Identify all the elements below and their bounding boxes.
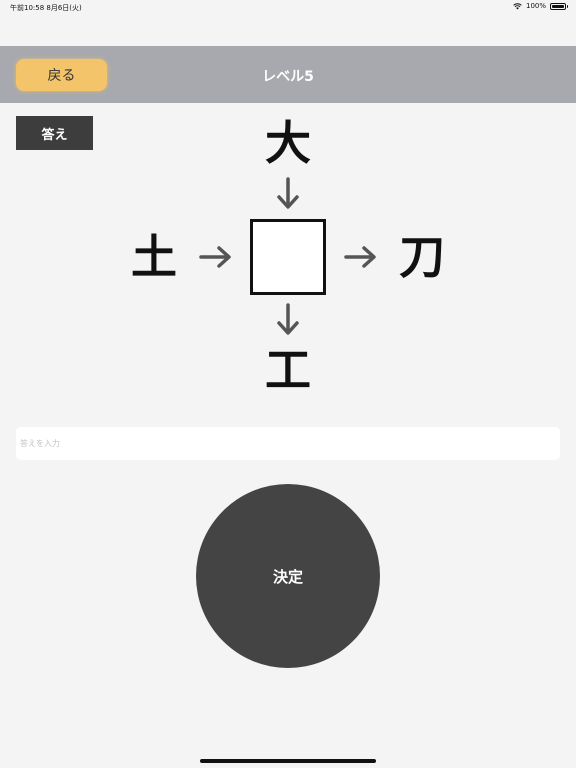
show-answer-button[interactable]: 答え bbox=[16, 116, 93, 150]
kanji-right: 刀 bbox=[399, 230, 445, 284]
battery-percent: 100% bbox=[525, 2, 546, 10]
wifi-icon bbox=[513, 2, 522, 9]
submit-button[interactable]: 決定 bbox=[196, 484, 380, 668]
status-indicators: 100% bbox=[513, 2, 568, 10]
arrow-right-icon bbox=[199, 246, 231, 268]
status-bar: 午前10:58 8月6日(火) 100% bbox=[0, 0, 576, 14]
status-time: 午前10:58 8月6日(火) bbox=[10, 4, 82, 12]
answer-box bbox=[250, 219, 326, 295]
arrow-down-icon bbox=[277, 303, 299, 335]
kanji-left: 土 bbox=[131, 230, 177, 284]
home-indicator[interactable] bbox=[200, 759, 376, 763]
kanji-bottom: 工 bbox=[265, 343, 311, 397]
battery-icon bbox=[550, 2, 568, 10]
page-title: レベル5 bbox=[262, 69, 314, 85]
arrow-down-icon bbox=[277, 177, 299, 209]
answer-input[interactable] bbox=[16, 427, 560, 460]
battery-fill bbox=[552, 4, 564, 8]
arrow-right-icon bbox=[344, 246, 376, 268]
nav-bar: 戻る レベル5 bbox=[0, 46, 576, 103]
kanji-top: 大 bbox=[265, 116, 311, 170]
